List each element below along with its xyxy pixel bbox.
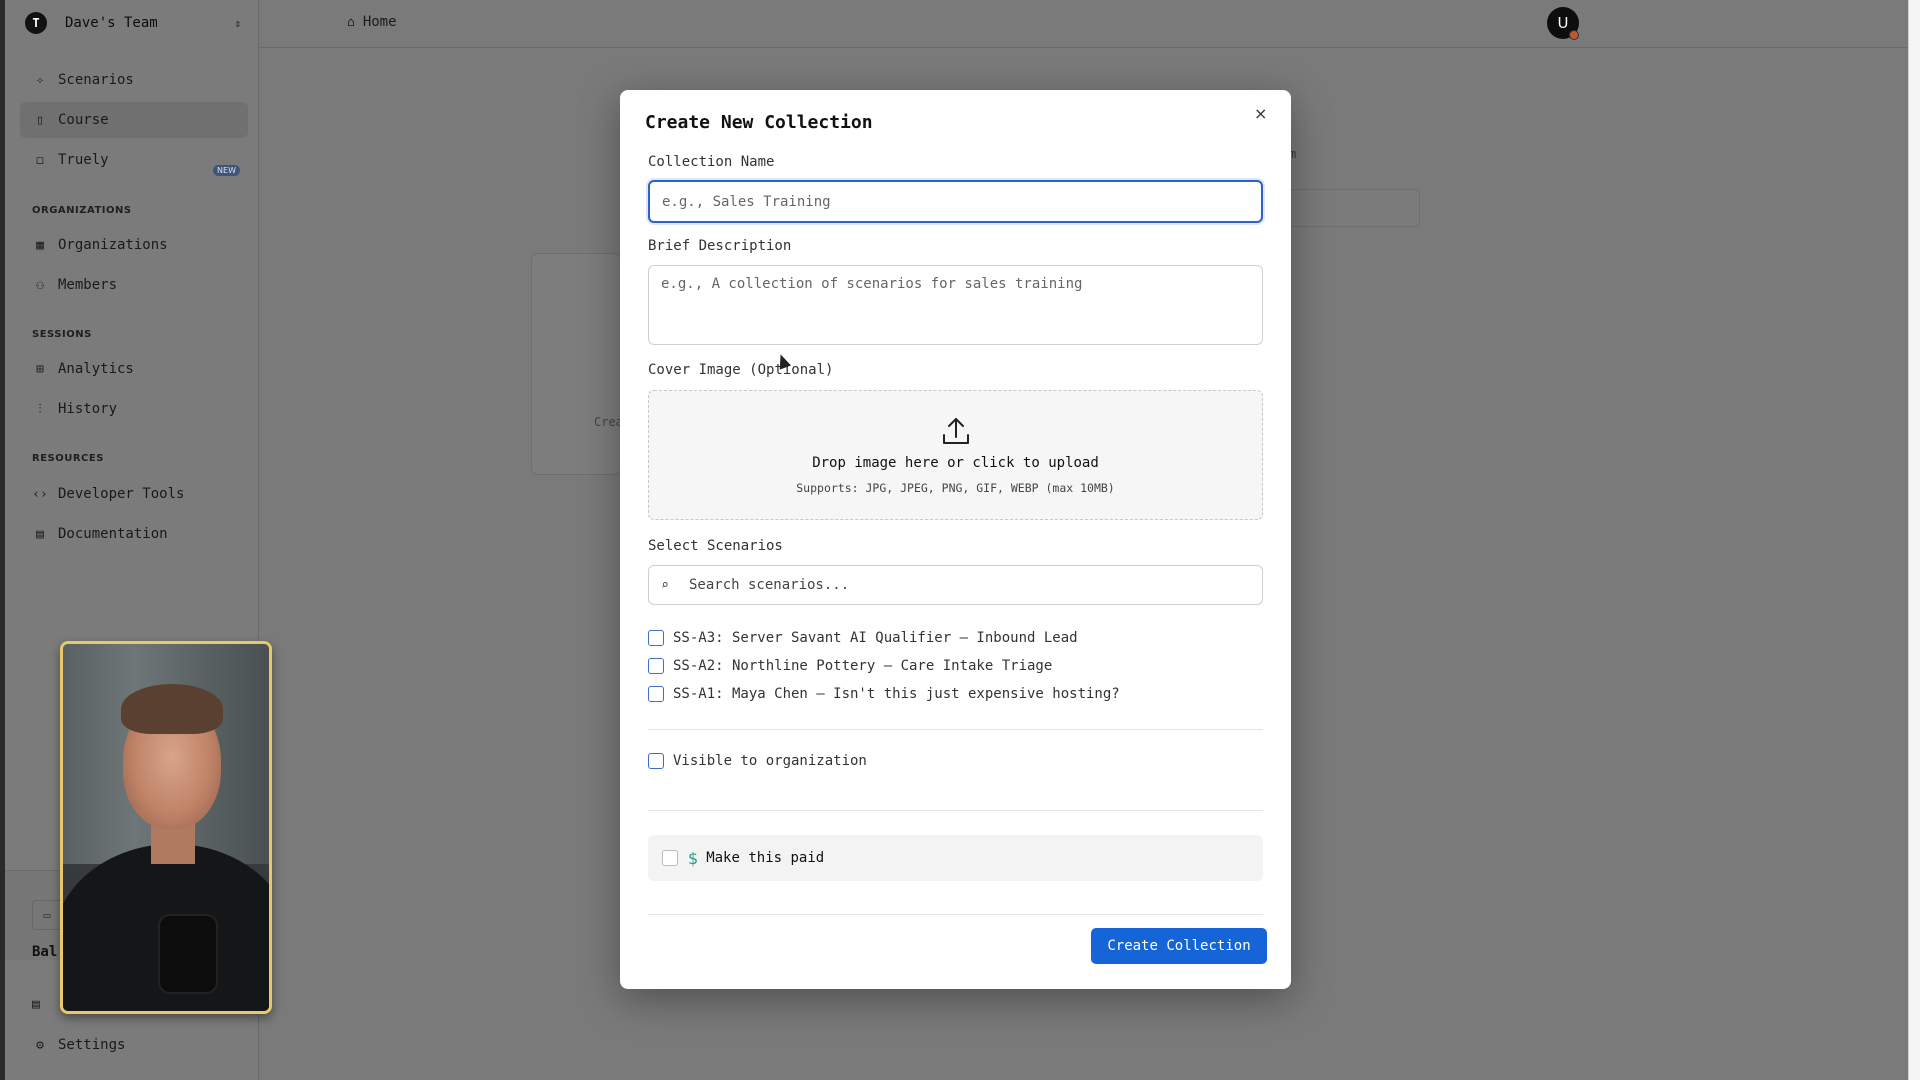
scenario-option-label: SS-A3: Server Savant AI Qualifier — Inbo… bbox=[673, 630, 1078, 646]
webcam-person-hair bbox=[121, 684, 223, 734]
sidebar-item-label: History bbox=[58, 401, 118, 417]
microphone-icon bbox=[158, 914, 218, 994]
chat-icon: ◻ bbox=[36, 152, 44, 168]
create-collection-dialog: Create New Collection × Collection Name … bbox=[620, 90, 1291, 989]
building-icon: ▦ bbox=[36, 237, 44, 253]
new-badge: NEW bbox=[213, 165, 240, 176]
sidebar-item-label: Developer Tools bbox=[58, 486, 185, 502]
dollar-icon: $ bbox=[688, 848, 699, 868]
sidebar-item-label: Truely bbox=[58, 152, 109, 168]
section-label-sessions: SESSIONS bbox=[32, 329, 92, 340]
background-card-text: Crea bbox=[594, 415, 623, 429]
scrollbar[interactable] bbox=[1908, 0, 1920, 1080]
sidebar-item-scenarios[interactable]: ✧ Scenarios bbox=[20, 62, 248, 98]
make-paid-label: Make this paid bbox=[706, 850, 825, 866]
sidebar-item-label: Scenarios bbox=[58, 72, 134, 88]
divider bbox=[648, 914, 1263, 915]
scenario-checkbox[interactable] bbox=[648, 686, 664, 702]
avatar[interactable]: U bbox=[1547, 7, 1579, 40]
brief-description-input[interactable] bbox=[648, 265, 1263, 345]
brief-description-label: Brief Description bbox=[648, 238, 792, 254]
sidebar-item-members[interactable]: ⚇ Members bbox=[20, 267, 248, 303]
sidebar-item-label: Organizations bbox=[58, 237, 168, 253]
gear-icon: ⚙ bbox=[36, 1037, 44, 1053]
sidebar-item-course[interactable]: ▯ Course bbox=[20, 102, 248, 138]
scenario-option[interactable]: SS-A2: Northline Pottery — Care Intake T… bbox=[648, 658, 1052, 674]
grid-icon: ⊞ bbox=[36, 361, 44, 377]
receipt-icon: ▤ bbox=[32, 997, 40, 1012]
team-logo: T bbox=[25, 12, 47, 34]
sidebar-item-label: Settings bbox=[58, 1037, 126, 1053]
sidebar-item-label: Members bbox=[58, 277, 118, 293]
sidebar-item-label: Course bbox=[58, 112, 109, 128]
cover-image-dropzone[interactable]: Drop image here or click to upload Suppo… bbox=[648, 390, 1263, 520]
upload-supported-formats: Supports: JPG, JPEG, PNG, GIF, WEBP (max… bbox=[796, 481, 1115, 495]
top-bar: ⌂ Home bbox=[259, 0, 1908, 48]
sidebar-item-documentation[interactable]: ▤ Documentation bbox=[20, 516, 248, 552]
visible-to-organization-option[interactable]: Visible to organization bbox=[648, 753, 867, 769]
scenario-option-label: SS-A1: Maya Chen — Isn't this just expen… bbox=[673, 686, 1120, 702]
avatar-initial: U bbox=[1557, 14, 1569, 32]
team-switcher[interactable]: T Dave's Team ⇕ bbox=[25, 10, 241, 36]
wallet-icon: ▭ bbox=[32, 900, 62, 930]
sidebar-item-analytics[interactable]: ⊞ Analytics bbox=[20, 351, 248, 387]
sidebar-item-label: Documentation bbox=[58, 526, 168, 542]
chevron-up-down-icon: ⇕ bbox=[234, 16, 241, 30]
dialog-title: Create New Collection bbox=[645, 112, 873, 133]
select-scenarios-label: Select Scenarios bbox=[648, 538, 783, 554]
team-name: Dave's Team bbox=[65, 15, 158, 31]
sidebar-item-organizations[interactable]: ▦ Organizations bbox=[20, 227, 248, 263]
scenario-option[interactable]: SS-A1: Maya Chen — Isn't this just expen… bbox=[648, 686, 1120, 702]
breadcrumb-home: Home bbox=[362, 14, 397, 30]
bar-chart-icon: ⫶ bbox=[38, 401, 42, 417]
scenario-search-input[interactable] bbox=[689, 577, 1249, 593]
background-input bbox=[1290, 189, 1420, 227]
sidebar-item-developer-tools[interactable]: ‹› Developer Tools bbox=[20, 476, 248, 512]
section-label-resources: RESOURCES bbox=[32, 453, 104, 464]
upload-icon bbox=[943, 418, 969, 444]
collection-name-label: Collection Name bbox=[648, 154, 775, 170]
scenario-checkbox[interactable] bbox=[648, 658, 664, 674]
divider bbox=[648, 810, 1263, 811]
section-label-organizations: ORGANIZATIONS bbox=[32, 205, 132, 216]
search-icon: ⌕ bbox=[661, 577, 669, 593]
sparkle-icon: ✧ bbox=[36, 72, 44, 88]
status-badge bbox=[1569, 30, 1579, 40]
sidebar-item-truely[interactable]: ◻ Truely NEW bbox=[20, 142, 248, 178]
visible-to-organization-checkbox[interactable] bbox=[648, 753, 664, 769]
collection-name-input[interactable] bbox=[648, 180, 1263, 223]
close-icon[interactable]: × bbox=[1254, 104, 1267, 123]
scenario-option-label: SS-A2: Northline Pottery — Care Intake T… bbox=[673, 658, 1053, 674]
upload-instruction: Drop image here or click to upload bbox=[812, 455, 1099, 471]
book-icon: ▯ bbox=[36, 112, 44, 128]
scenario-search: ⌕ bbox=[648, 565, 1263, 605]
sidebar-item-history[interactable]: ⫶ History bbox=[20, 391, 248, 427]
breadcrumb[interactable]: ⌂ Home bbox=[347, 14, 397, 30]
create-collection-button[interactable]: Create Collection bbox=[1091, 928, 1267, 964]
code-icon: ‹› bbox=[32, 486, 48, 502]
divider bbox=[648, 729, 1263, 730]
cover-image-label: Cover Image (Optional) bbox=[648, 362, 834, 378]
webcam-overlay bbox=[60, 641, 272, 1014]
scenario-option[interactable]: SS-A3: Server Savant AI Qualifier — Inbo… bbox=[648, 630, 1078, 646]
make-paid-option[interactable]: $ Make this paid bbox=[648, 835, 1263, 881]
visible-to-organization-label: Visible to organization bbox=[673, 753, 867, 769]
sidebar-item-settings[interactable]: ⚙ Settings bbox=[20, 1027, 248, 1063]
home-icon: ⌂ bbox=[347, 14, 355, 30]
background-card bbox=[531, 253, 621, 475]
document-icon: ▤ bbox=[36, 526, 44, 542]
scenario-checkbox[interactable] bbox=[648, 630, 664, 646]
make-paid-checkbox[interactable] bbox=[662, 850, 678, 866]
sidebar-item-label: Analytics bbox=[58, 361, 134, 377]
balance-label: Bal bbox=[32, 944, 58, 960]
users-icon: ⚇ bbox=[36, 277, 44, 293]
